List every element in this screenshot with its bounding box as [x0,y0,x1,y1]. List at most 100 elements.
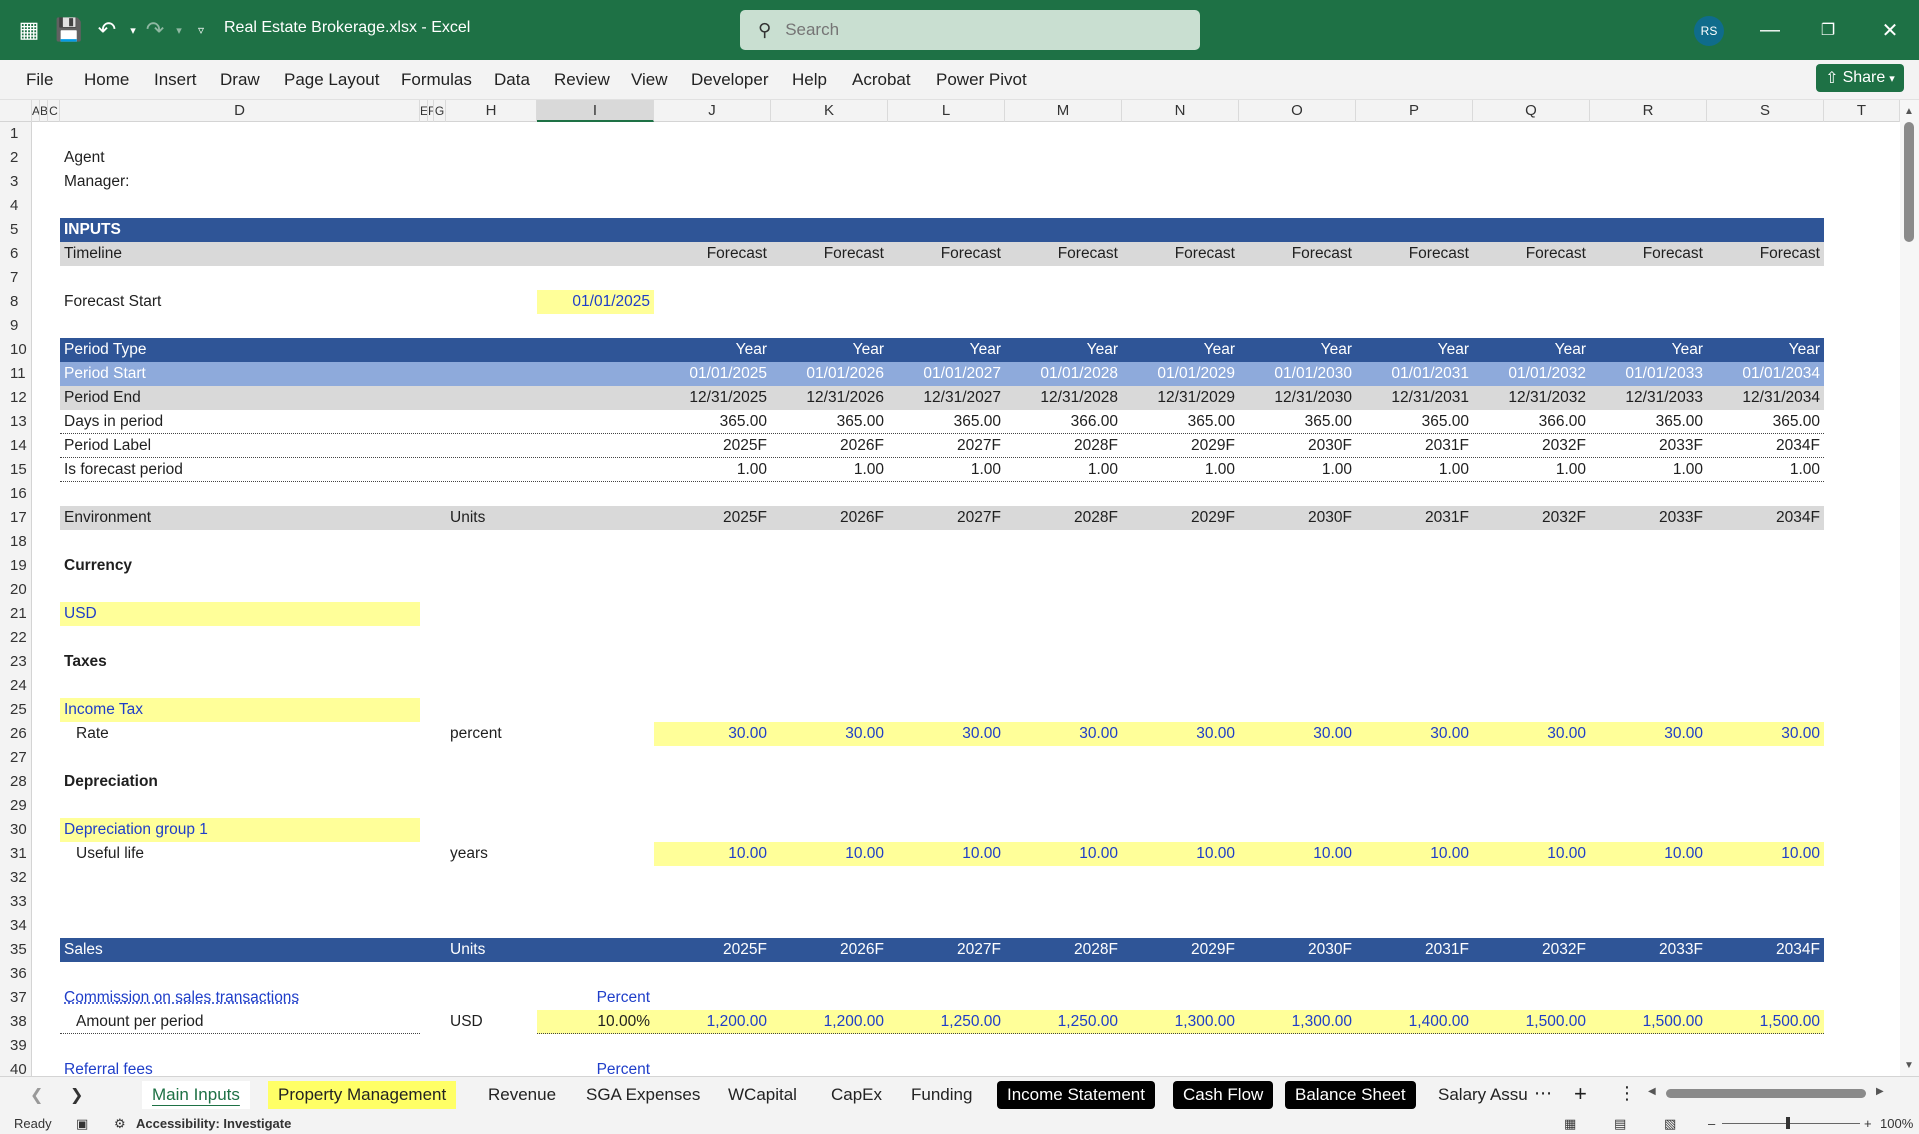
row-header[interactable]: 11 [0,362,31,386]
amount-input[interactable]: 1,500.00 [1590,1010,1707,1034]
horizontal-scrollbar[interactable]: ◀ ▶ [1648,1086,1888,1100]
sheet-tab-revenue[interactable]: Revenue [478,1081,566,1109]
row-header[interactable]: 17 [0,506,31,530]
zoom-out-icon[interactable]: – [1708,1116,1715,1131]
close-icon[interactable]: ✕ [1870,14,1910,46]
row-header[interactable]: 14 [0,434,31,458]
zoom-slider-thumb[interactable] [1786,1117,1790,1129]
amount-input[interactable]: 1,300.00 [1239,1010,1356,1034]
tab-insert[interactable]: Insert [154,70,197,90]
tab-acrobat[interactable]: Acrobat [852,70,911,90]
normal-view-icon[interactable]: ▦ [1564,1116,1576,1132]
useful-life-input[interactable]: 10.00 [1239,842,1356,866]
row-header[interactable]: 2 [0,146,31,170]
row-header[interactable]: 39 [0,1034,31,1058]
amount-input[interactable]: 1,200.00 [654,1010,771,1034]
column-header-r[interactable]: R [1590,100,1707,122]
row-header[interactable]: 7 [0,266,31,290]
row-header[interactable]: 21 [0,602,31,626]
zoom-in-icon[interactable]: + [1864,1116,1872,1131]
row-header[interactable]: 24 [0,674,31,698]
rate-input[interactable]: 30.00 [1707,722,1824,746]
tab-home[interactable]: Home [84,70,129,90]
sheet-tab-property-management[interactable]: Property Management [268,1081,457,1109]
macro-record-icon[interactable]: ▣ [76,1116,88,1132]
tab-power-pivot[interactable]: Power Pivot [936,70,1027,90]
tab-file[interactable]: File [26,70,53,90]
row-header[interactable]: 38 [0,1010,31,1034]
accessibility-status[interactable]: Accessibility: Investigate [136,1116,291,1131]
zoom-slider[interactable] [1722,1123,1860,1124]
row-header[interactable]: 1 [0,122,31,146]
scroll-left-icon[interactable]: ◀ [1648,1086,1656,1097]
scroll-right-icon[interactable]: ▶ [1876,1086,1884,1097]
column-header-t[interactable]: T [1824,100,1900,122]
amount-input[interactable]: 1,200.00 [771,1010,888,1034]
row-header[interactable]: 30 [0,818,31,842]
row-header[interactable]: 27 [0,746,31,770]
vertical-scroll-thumb[interactable] [1904,122,1914,242]
more-sheets-icon[interactable]: ⋯ [1534,1083,1552,1104]
column-header-o[interactable]: O [1239,100,1356,122]
useful-life-input[interactable]: 10.00 [1122,842,1239,866]
sheet-tab-salary-assumptions[interactable]: Salary Assu [1428,1081,1538,1109]
rate-input[interactable]: 30.00 [654,722,771,746]
row-header[interactable]: 15 [0,458,31,482]
column-header-i[interactable]: I [537,100,654,122]
select-all-corner[interactable] [0,100,32,122]
row-header[interactable]: 3 [0,170,31,194]
save-icon[interactable]: 💾 [54,15,84,45]
next-sheet-icon[interactable]: ❯ [70,1085,83,1105]
row-header[interactable]: 10 [0,338,31,362]
rate-input[interactable]: 30.00 [1473,722,1590,746]
useful-life-input[interactable]: 10.00 [1473,842,1590,866]
row-header[interactable]: 4 [0,194,31,218]
column-header-p[interactable]: P [1356,100,1473,122]
row-header[interactable]: 36 [0,962,31,986]
rate-input[interactable]: 30.00 [771,722,888,746]
customize-toolbar-icon[interactable]: ▿ [186,15,216,45]
sheet-tab-funding[interactable]: Funding [901,1081,982,1109]
row-header[interactable]: 28 [0,770,31,794]
column-header-b[interactable]: B [40,100,48,122]
restore-icon[interactable]: ❐ [1808,14,1848,46]
row-header[interactable]: 23 [0,650,31,674]
tab-page-layout[interactable]: Page Layout [284,70,379,90]
sheet-tab-main-inputs[interactable]: Main Inputs [142,1081,250,1109]
row-header[interactable]: 29 [0,794,31,818]
column-header-q[interactable]: Q [1473,100,1590,122]
column-header-e[interactable]: E [420,100,428,122]
sheet-tab-wcapital[interactable]: WCapital [718,1081,807,1109]
row-header[interactable]: 9 [0,314,31,338]
useful-life-input[interactable]: 10.00 [654,842,771,866]
tab-view[interactable]: View [631,70,668,90]
row-header[interactable]: 34 [0,914,31,938]
column-header-s[interactable]: S [1707,100,1824,122]
sheet-tab-balance-sheet[interactable]: Balance Sheet [1285,1081,1416,1109]
sheet-tab-income-statement[interactable]: Income Statement [997,1081,1155,1109]
rate-input[interactable]: 30.00 [1590,722,1707,746]
tab-data[interactable]: Data [494,70,530,90]
amount-input[interactable]: 1,400.00 [1356,1010,1473,1034]
row-header[interactable]: 32 [0,866,31,890]
row-header[interactable]: 35 [0,938,31,962]
row-header[interactable]: 18 [0,530,31,554]
sheet-options-icon[interactable]: ⋮ [1618,1083,1636,1104]
row-header[interactable]: 20 [0,578,31,602]
row-header[interactable]: 26 [0,722,31,746]
prev-sheet-icon[interactable]: ❮ [30,1085,43,1105]
rate-input[interactable]: 30.00 [1005,722,1122,746]
tab-formulas[interactable]: Formulas [401,70,472,90]
search-box[interactable]: ⚲ [740,10,1200,50]
scroll-up-icon[interactable]: ▲ [1904,106,1914,117]
sheet-tab-sga-expenses[interactable]: SGA Expenses [576,1081,710,1109]
tab-developer[interactable]: Developer [691,70,769,90]
row-header[interactable]: 40 [0,1058,31,1076]
scroll-down-icon[interactable]: ▼ [1904,1060,1914,1071]
accessibility-icon[interactable]: ⚙ [114,1116,126,1132]
row-header[interactable]: 33 [0,890,31,914]
row-header[interactable]: 19 [0,554,31,578]
worksheet-grid[interactable]: Agent Manager: INPUTS Timeline Forecast … [32,122,1900,1076]
amount-input[interactable]: 1,300.00 [1122,1010,1239,1034]
useful-life-input[interactable]: 10.00 [1707,842,1824,866]
